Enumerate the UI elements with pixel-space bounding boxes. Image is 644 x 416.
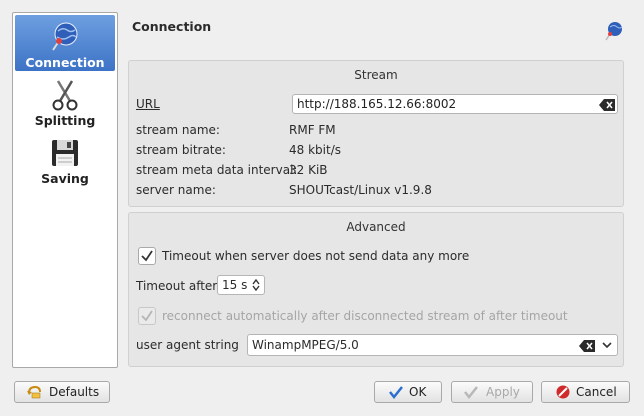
stream-bitrate-label: stream bitrate: — [136, 143, 226, 157]
sidebar-item-label: Connection — [25, 55, 105, 70]
chevron-down-icon[interactable] — [602, 342, 612, 349]
apply-button-label: Apply — [486, 385, 520, 399]
stream-bitrate-value: 48 kbit/s — [289, 143, 341, 157]
timeout-after-value: 15 s — [222, 278, 248, 292]
scissors-icon — [52, 80, 78, 111]
url-value: http://188.165.12.66:8002 — [297, 97, 457, 111]
ok-button-label: OK — [409, 385, 427, 399]
ok-button[interactable]: OK — [374, 381, 442, 403]
spin-arrows-icon[interactable] — [252, 279, 260, 291]
sidebar-item-splitting[interactable]: Splitting — [15, 73, 115, 129]
stream-group: Stream URL http://188.165.12.66:8002 str… — [128, 60, 624, 207]
reconnect-checkbox-label[interactable]: reconnect automatically after disconnect… — [162, 309, 568, 323]
sidebar-item-connection[interactable]: Connection — [15, 15, 115, 71]
user-agent-value: WinampMPEG/5.0 — [252, 338, 359, 352]
cancel-button-label: Cancel — [576, 385, 617, 399]
sidebar-item-label: Splitting — [34, 113, 96, 128]
advanced-group-title: Advanced — [346, 220, 406, 234]
stream-name-value: RMF FM — [289, 123, 336, 137]
server-name-value: SHOUTcast/Linux v1.9.8 — [289, 183, 432, 197]
sidebar: Connection Splitting Saving — [12, 12, 118, 368]
clear-text-icon[interactable] — [579, 340, 595, 352]
undo-icon — [27, 385, 41, 399]
checkmark-icon — [464, 386, 478, 399]
globe-pin-icon — [52, 22, 78, 51]
checkmark-icon — [141, 310, 153, 322]
server-name-label: server name: — [136, 183, 216, 197]
defaults-button-label: Defaults — [49, 385, 100, 399]
checkmark-icon — [141, 250, 153, 262]
meta-interval-label: stream meta data interval: — [136, 163, 298, 177]
floppy-disk-icon — [52, 140, 78, 166]
meta-interval-value: 32 KiB — [289, 163, 328, 177]
cancel-icon — [556, 385, 570, 399]
sidebar-item-saving[interactable]: Saving — [15, 131, 115, 187]
page-title: Connection — [132, 19, 212, 34]
stream-name-label: stream name: — [136, 123, 220, 137]
user-agent-combobox[interactable]: WinampMPEG/5.0 — [247, 334, 618, 356]
url-label: URL — [136, 97, 160, 111]
checkmark-icon — [389, 386, 403, 399]
apply-button[interactable]: Apply — [451, 381, 533, 403]
timeout-checkbox-label[interactable]: Timeout when server does not send data a… — [162, 249, 469, 263]
user-agent-label: user agent string — [136, 338, 239, 352]
timeout-checkbox[interactable] — [138, 247, 156, 265]
advanced-group: Advanced Timeout when server does not se… — [128, 212, 624, 367]
globe-pin-icon — [605, 22, 623, 41]
clear-text-icon[interactable] — [599, 99, 615, 111]
defaults-button[interactable]: Defaults — [14, 381, 110, 403]
sidebar-item-label: Saving — [41, 171, 89, 186]
reconnect-checkbox[interactable] — [138, 307, 156, 325]
timeout-after-spinbox[interactable]: 15 s — [217, 275, 265, 295]
cancel-button[interactable]: Cancel — [541, 381, 630, 403]
timeout-after-label: Timeout after — [136, 279, 218, 293]
stream-group-title: Stream — [354, 68, 398, 82]
url-field[interactable]: http://188.165.12.66:8002 — [292, 94, 618, 114]
